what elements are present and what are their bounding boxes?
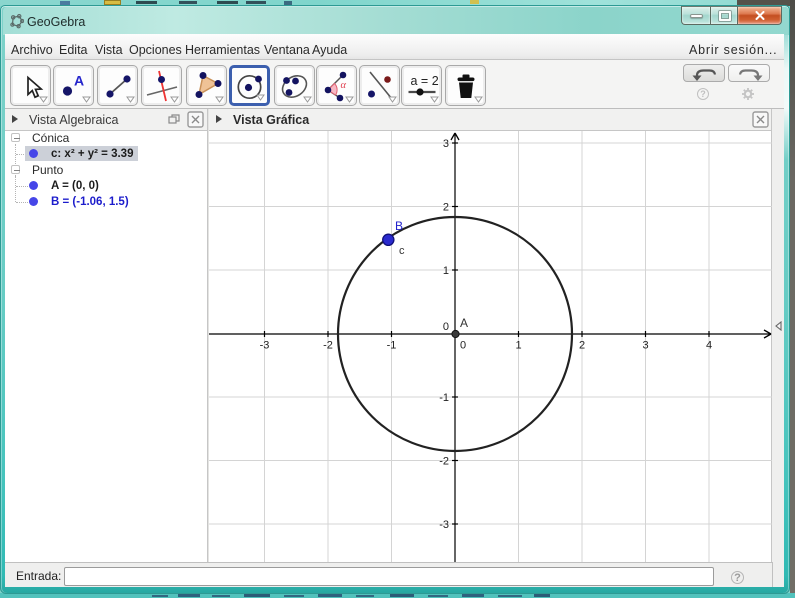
svg-text:4: 4 xyxy=(706,340,712,352)
svg-text:-2: -2 xyxy=(439,456,449,468)
svg-text:3: 3 xyxy=(443,138,449,150)
svg-text:c: c xyxy=(399,245,405,257)
svg-text:-1: -1 xyxy=(387,340,397,352)
svg-text:0: 0 xyxy=(460,340,466,352)
svg-text:-3: -3 xyxy=(260,340,270,352)
svg-text:1: 1 xyxy=(515,340,521,352)
svg-text:A: A xyxy=(74,73,84,89)
svg-text:-1: -1 xyxy=(439,392,449,404)
svg-text:1: 1 xyxy=(443,265,449,277)
svg-text:2: 2 xyxy=(579,340,585,352)
svg-text:3: 3 xyxy=(642,340,648,352)
svg-text:2: 2 xyxy=(443,202,449,214)
svg-text:B: B xyxy=(395,219,403,233)
svg-text:-3: -3 xyxy=(439,519,449,531)
svg-text:a = 2: a = 2 xyxy=(411,74,439,88)
svg-text:-2: -2 xyxy=(323,340,333,352)
svg-text:0: 0 xyxy=(443,321,449,333)
svg-text:α: α xyxy=(341,80,347,91)
svg-text:A: A xyxy=(460,316,468,330)
